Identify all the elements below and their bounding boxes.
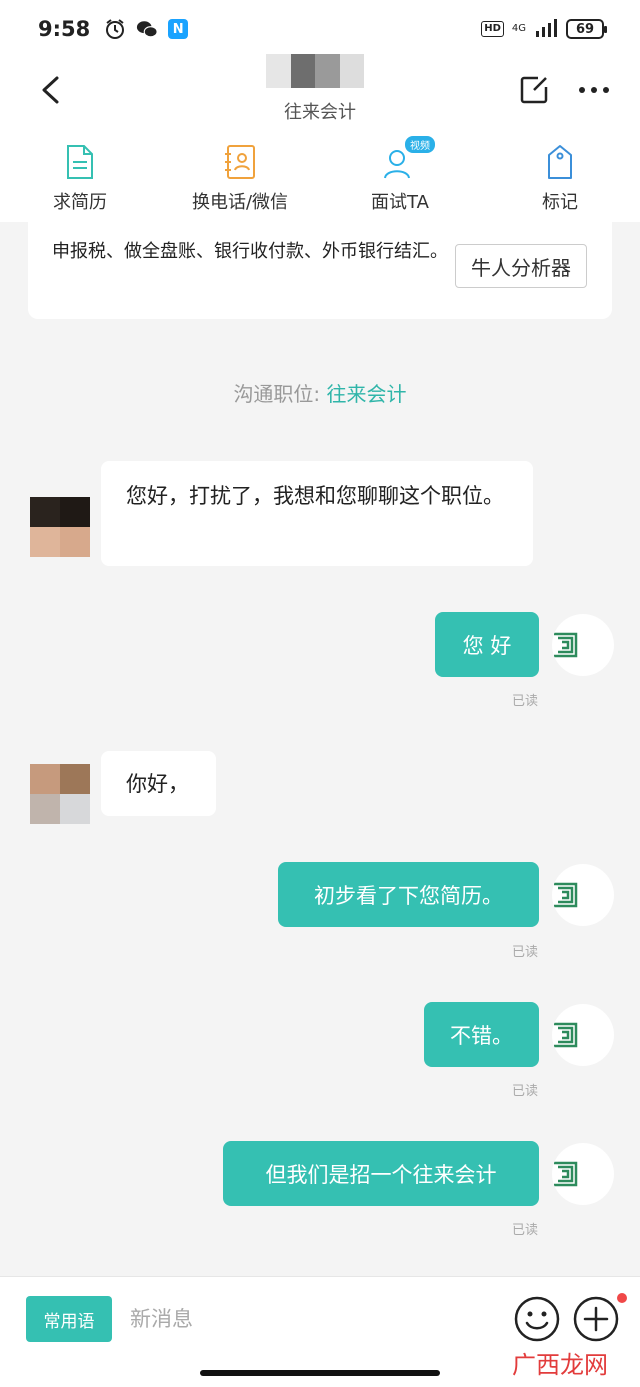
company-logo-icon <box>554 1022 578 1048</box>
recruiter-avatar[interactable] <box>552 1143 614 1205</box>
action-label: 换电话/微信 <box>191 192 289 213</box>
contact-name-blurred <box>266 54 364 88</box>
read-status: 已读 <box>512 694 539 709</box>
message-text: 不错。 <box>450 1023 513 1048</box>
action-label: 标记 <box>542 192 578 213</box>
action-bar: 求简历 换电话/微信 视频 面试TA 标记 <box>0 130 640 222</box>
hd-icon: HD <box>481 21 504 37</box>
emoji-icon <box>514 1296 560 1342</box>
contact-card-icon <box>225 145 255 179</box>
company-logo-icon <box>554 1161 578 1187</box>
job-position-link[interactable]: 往来会计 <box>327 382 407 406</box>
message-bubble-sent: 初步看了下您简历。 <box>278 862 539 927</box>
candidate-avatar[interactable] <box>30 764 90 824</box>
read-status: 已读 <box>512 1084 539 1099</box>
message-text: 但我们是招一个往来会计 <box>265 1162 497 1187</box>
signal-icon <box>534 18 558 40</box>
job-position-line: 沟通职位: 往来会计 <box>0 378 640 407</box>
message-bubble-received: 你好， <box>101 751 216 816</box>
resume-icon <box>67 145 93 179</box>
message-input[interactable] <box>130 1301 490 1337</box>
candidate-card: 申报税、做全盘账、银行收付款、外币银行结汇。 牛人分析器 <box>28 222 612 319</box>
notification-dot <box>617 1293 627 1303</box>
watermark: 广西龙网 <box>512 1351 608 1379</box>
company-logo-icon <box>554 632 578 658</box>
tag-icon <box>548 145 572 179</box>
battery-icon: 69 <box>566 19 607 39</box>
message-bubble-sent: 不错。 <box>424 1002 539 1067</box>
home-indicator[interactable] <box>200 1370 440 1376</box>
recruiter-avatar[interactable] <box>552 1004 614 1066</box>
exchange-contact-button[interactable]: 换电话/微信 <box>160 130 320 222</box>
talent-analyzer-button[interactable]: 牛人分析器 <box>455 244 587 288</box>
status-bar: 9:58 N HD 4G 69 <box>0 0 640 58</box>
status-time: 9:58 <box>38 17 91 41</box>
job-position-prefix: 沟通职位: <box>233 382 327 406</box>
read-status: 已读 <box>512 1223 539 1238</box>
request-resume-button[interactable]: 求简历 <box>0 130 160 222</box>
action-label: 求简历 <box>53 192 107 213</box>
emoji-button[interactable] <box>514 1296 560 1342</box>
message-text: 您好，打扰了，我想和您聊聊这个职位。 <box>126 484 504 508</box>
network-label: 4G <box>511 23 526 34</box>
mark-button[interactable]: 标记 <box>480 130 640 222</box>
company-logo-icon <box>554 882 578 908</box>
action-label: 面试TA <box>371 192 429 213</box>
wechat-icon <box>136 18 158 40</box>
video-badge: 视频 <box>405 136 435 153</box>
message-text: 你好， <box>126 771 189 796</box>
plus-icon <box>573 1296 619 1342</box>
more-actions-button[interactable] <box>573 1296 619 1342</box>
read-status: 已读 <box>512 945 539 960</box>
edit-button[interactable] <box>514 70 554 110</box>
message-bubble-received: 您好，打扰了，我想和您聊聊这个职位。 <box>101 461 533 566</box>
edit-icon <box>520 76 548 104</box>
app-n-icon: N <box>168 19 189 39</box>
recruiter-avatar[interactable] <box>552 614 614 676</box>
message-bubble-sent: 但我们是招一个往来会计 <box>223 1141 539 1206</box>
message-text: 您 好 <box>462 633 512 658</box>
alarm-icon <box>104 18 126 40</box>
message-text: 初步看了下您简历。 <box>314 883 503 908</box>
more-button[interactable] <box>574 70 614 110</box>
message-bubble-sent: 您 好 <box>435 612 539 677</box>
interview-button[interactable]: 视频 面试TA <box>320 130 480 222</box>
candidate-summary: 申报税、做全盘账、银行收付款、外币银行结汇。 <box>52 241 448 262</box>
candidate-avatar[interactable] <box>30 497 90 557</box>
more-icon <box>579 87 609 93</box>
chat-header: 往来会计 <box>0 54 640 130</box>
recruiter-avatar[interactable] <box>552 864 614 926</box>
common-phrases-button[interactable]: 常用语 <box>26 1296 112 1342</box>
